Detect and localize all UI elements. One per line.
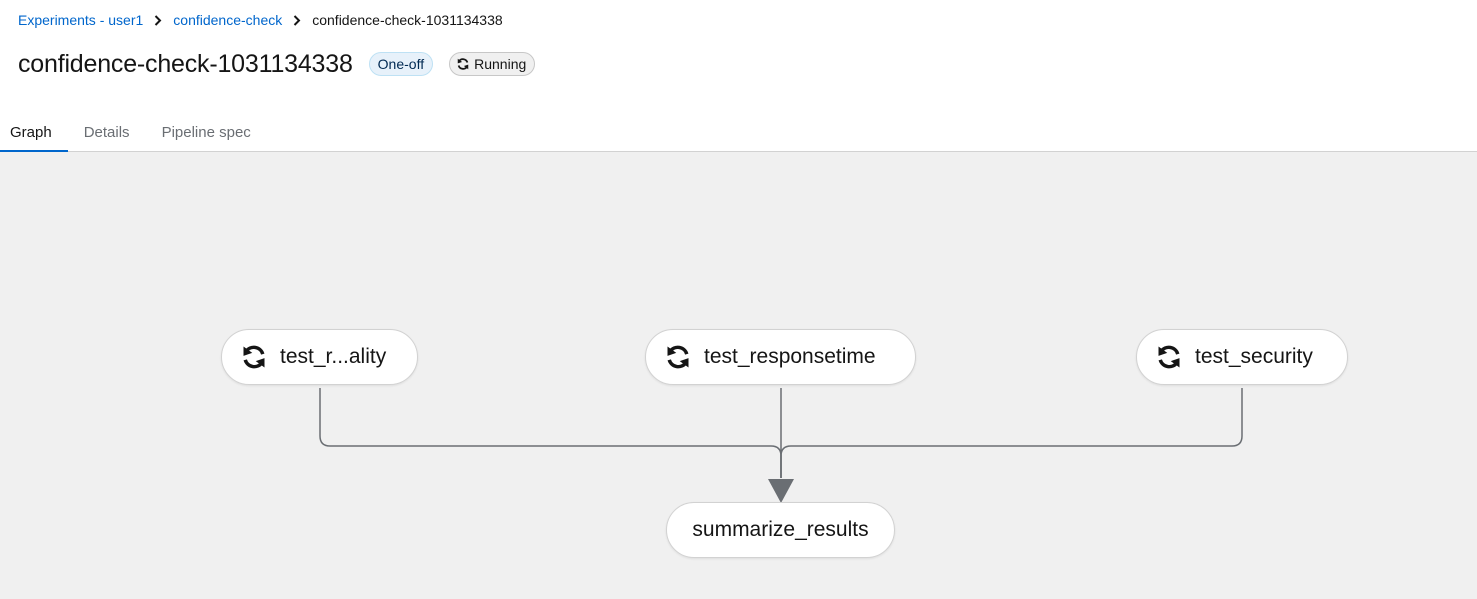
edge-test-security-to-summarize xyxy=(780,388,1243,478)
edge-arrowhead xyxy=(768,479,794,503)
sync-icon xyxy=(664,343,692,371)
chevron-right-icon xyxy=(282,11,312,29)
tab-pipeline-spec[interactable]: Pipeline spec xyxy=(146,112,267,152)
graph-node-test-quality[interactable]: test_r...ality xyxy=(221,329,418,385)
status-badge: Running xyxy=(449,52,536,76)
node-label: test_responsetime xyxy=(704,345,876,368)
sync-icon xyxy=(456,57,470,71)
breadcrumb: Experiments - user1 confidence-check con… xyxy=(18,11,503,29)
edge-test-quality-to-summarize xyxy=(319,388,782,478)
title-row: confidence-check-1031134338 One-off Runn… xyxy=(18,46,536,82)
breadcrumb-pipeline-link[interactable]: confidence-check xyxy=(173,12,282,28)
pipeline-graph-canvas[interactable]: test_r...ality test_responsetime test_se… xyxy=(0,152,1477,599)
tab-graph[interactable]: Graph xyxy=(0,112,68,153)
page-title: confidence-check-1031134338 xyxy=(18,49,353,78)
breadcrumb-experiments-link[interactable]: Experiments - user1 xyxy=(18,12,143,28)
node-label: test_security xyxy=(1195,345,1313,368)
graph-node-summarize-results[interactable]: summarize_results xyxy=(666,502,895,558)
chevron-right-icon xyxy=(143,11,173,29)
breadcrumb-current-run: confidence-check-1031134338 xyxy=(312,12,503,28)
sync-icon xyxy=(1155,343,1183,371)
tab-bar: Graph Details Pipeline spec xyxy=(0,112,1477,153)
sync-icon xyxy=(240,343,268,371)
tab-details[interactable]: Details xyxy=(68,112,146,152)
graph-node-test-responsetime[interactable]: test_responsetime xyxy=(645,329,916,385)
node-label: summarize_results xyxy=(692,518,869,541)
graph-node-test-security[interactable]: test_security xyxy=(1136,329,1348,385)
run-type-badge: One-off xyxy=(368,52,434,76)
node-label: test_r...ality xyxy=(280,345,387,368)
status-badge-label: Running xyxy=(474,56,527,72)
